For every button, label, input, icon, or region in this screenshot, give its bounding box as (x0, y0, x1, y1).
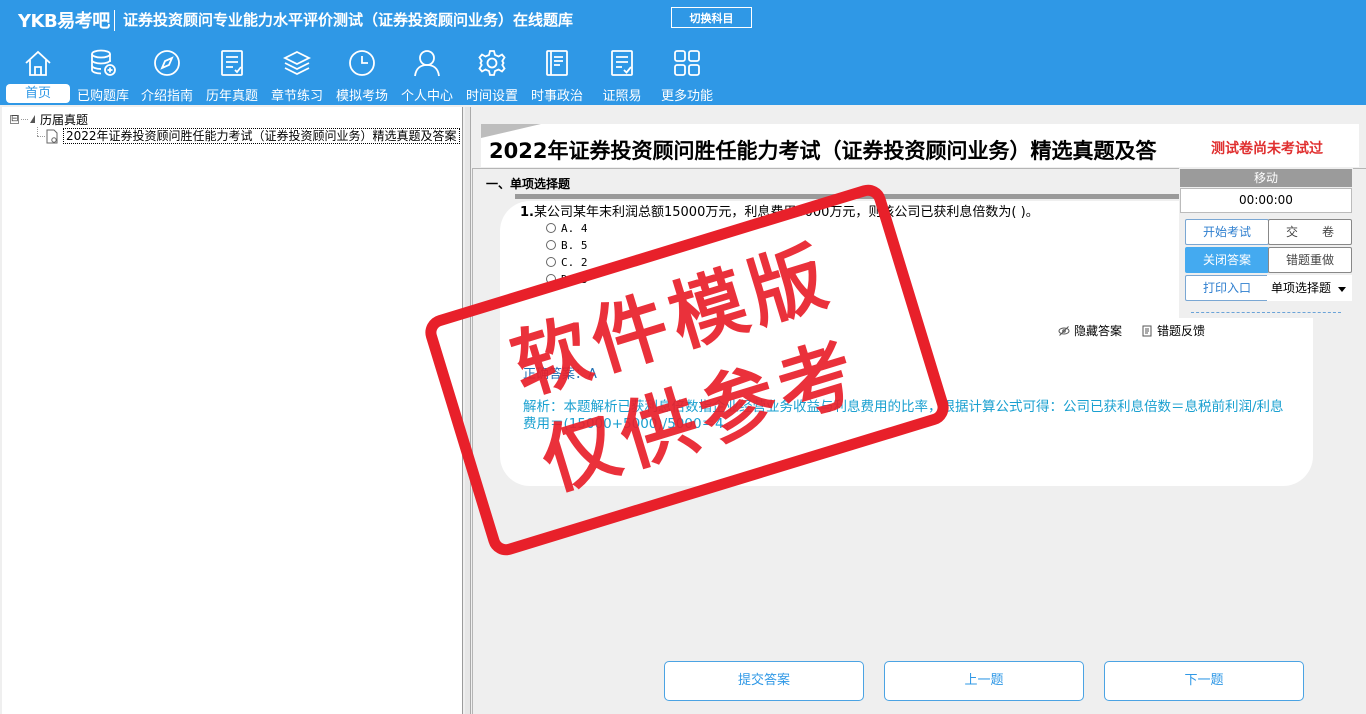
radio-button[interactable] (546, 274, 556, 284)
radio-button[interactable] (546, 240, 556, 250)
question-type-select[interactable]: 单项选择题 (1267, 275, 1352, 301)
nav-item-personal-center[interactable]: 个人中心 (396, 48, 458, 105)
compass-icon (154, 50, 180, 76)
home-icon (25, 50, 51, 76)
nav-item-certificate[interactable]: 证照易 (591, 48, 653, 105)
option-label: B. 5 (561, 238, 588, 252)
nav-item-purchased-banks[interactable]: 已购题库 (72, 48, 134, 105)
submit-answer-button[interactable]: 提交答案 (664, 661, 864, 701)
option-label: C. 2 (561, 255, 588, 269)
option-label: D. 3 (561, 272, 588, 286)
nav-label: 首页 (6, 84, 70, 103)
clock-icon (349, 50, 375, 76)
tree-panel: ⊟ 历届真题 2022年证券投资顾问胜任能力考试（证券投资顾问业务）精选真题及答… (2, 107, 463, 714)
switch-subject-button[interactable]: 切换科目 (671, 7, 752, 28)
chevron-down-icon (1338, 287, 1346, 292)
radio-button[interactable] (546, 257, 556, 267)
option-a[interactable]: A. 4 (546, 220, 588, 236)
exam-control-panel: 移动 00:00:00 开始考试 交 卷 关闭答案 错题重做 打印入口 单项选择… (1179, 168, 1353, 318)
radio-button[interactable] (546, 223, 556, 233)
exam-status: 测试卷尚未考试过 (1211, 141, 1323, 157)
collapse-toggle[interactable]: ⊟ (10, 114, 19, 124)
question-number: 1. (520, 205, 534, 220)
nav-item-mock-exam[interactable]: 模拟考场 (331, 48, 393, 105)
nav-item-current-affairs[interactable]: 时事政治 (526, 48, 588, 105)
app-title: 证券投资顾问专业能力水平评价测试（证券投资顾问业务）在线题库 (123, 11, 574, 29)
submit-paper-button[interactable]: 交 卷 (1268, 219, 1352, 245)
correct-answer: 正确答案：A (523, 367, 597, 382)
folder-icon (30, 115, 35, 123)
database-icon (91, 49, 116, 76)
eye-slash-icon (1058, 325, 1070, 336)
tree-item-label: 2022年证券投资顾问胜任能力考试（证券投资顾问业务）精选真题及答案 (63, 128, 460, 144)
hide-answer-label: 隐藏答案 (1074, 324, 1123, 338)
section-title: 一、单项选择题 (486, 177, 571, 191)
nav-label: 更多功能 (660, 89, 713, 104)
book-icon (546, 50, 568, 76)
panel-footer-line (1191, 312, 1341, 313)
tree-connector (21, 118, 28, 120)
next-question-button[interactable]: 下一题 (1104, 661, 1304, 701)
brand-logo: YKB易考吧 (18, 11, 110, 32)
nav-label: 证照易 (602, 89, 642, 104)
start-exam-button[interactable]: 开始考试 (1185, 219, 1269, 245)
tree-root[interactable]: ⊟ 历届真题 (10, 111, 88, 127)
tree-item-paper[interactable]: 2022年证券投资顾问胜任能力考试（证券投资顾问业务）精选真题及答案 (46, 127, 460, 145)
close-answer-button[interactable]: 关闭答案 (1185, 247, 1269, 273)
top-bar: YKB易考吧 证券投资顾问专业能力水平评价测试（证券投资顾问业务）在线题库 切换… (0, 0, 1366, 105)
tree-connector (37, 136, 45, 137)
previous-question-button[interactable]: 上一题 (884, 661, 1084, 701)
tree-root-label: 历届真题 (40, 112, 89, 127)
nav-label: 模拟考场 (335, 89, 388, 104)
nav-label: 时事政治 (530, 89, 583, 104)
question-type-value: 单项选择题 (1271, 281, 1332, 295)
list-icon (221, 50, 243, 76)
answer-analysis: 解析：本题解析已获利息倍数指企业经营业务收益与利息费用的比率，根据计算公式可得：… (523, 399, 1284, 432)
move-handle[interactable]: 移动 (1180, 169, 1352, 187)
nav-label: 介绍指南 (140, 89, 193, 104)
redo-wrong-button[interactable]: 错题重做 (1268, 247, 1352, 273)
error-feedback-label: 错题反馈 (1157, 324, 1206, 338)
print-button[interactable]: 打印入口 (1185, 275, 1269, 301)
nav-label: 个人中心 (400, 89, 453, 104)
document-icon (46, 129, 58, 143)
nav-item-more[interactable]: 更多功能 (656, 48, 718, 105)
layers-icon (282, 50, 312, 76)
paper-header: 2022年证券投资顾问胜任能力考试（证券投资顾问业务）精选真题及答 测试卷尚未考… (481, 124, 1359, 167)
option-d[interactable]: D. 3 (546, 271, 588, 287)
section-divider (515, 194, 1180, 199)
feedback-icon (1142, 325, 1152, 336)
nav-item-chapter-practice[interactable]: 章节练习 (266, 48, 328, 105)
nav-label: 时间设置 (465, 89, 518, 104)
nav-item-past-exams[interactable]: 历年真题 (201, 48, 263, 105)
brand-divider (114, 10, 115, 31)
nav-item-time-settings[interactable]: 时间设置 (461, 48, 523, 105)
hide-answer-link[interactable]: 隐藏答案 (1058, 322, 1122, 339)
gear-icon (478, 50, 506, 76)
exam-timer: 00:00:00 (1180, 188, 1352, 213)
option-b[interactable]: B. 5 (546, 237, 588, 253)
nav-item-guide[interactable]: 介绍指南 (136, 48, 198, 105)
panel-splitter[interactable] (465, 107, 471, 714)
nav-label: 历年真题 (205, 89, 258, 104)
nav-item-home[interactable]: 首页 (6, 48, 70, 105)
question-stem: 1.某公司某年末利润总额15000万元，利息费用5000万元，则该公司已获利息倍… (520, 201, 1039, 220)
nav-label: 章节练习 (270, 89, 323, 104)
option-c[interactable]: C. 2 (546, 254, 588, 270)
nav-label: 已购题库 (76, 89, 129, 104)
error-feedback-link[interactable]: 错题反馈 (1141, 322, 1205, 339)
checklist-icon (611, 50, 633, 76)
paper-title: 2022年证券投资顾问胜任能力考试（证券投资顾问业务）精选真题及答 (489, 139, 1157, 163)
tree-connector (37, 127, 38, 136)
option-label: A. 4 (561, 221, 588, 235)
grid-icon (674, 50, 700, 76)
user-icon (414, 50, 440, 77)
question-text: 某公司某年末利润总额15000万元，利息费用5000万元，则该公司已获利息倍数为… (533, 205, 1039, 220)
